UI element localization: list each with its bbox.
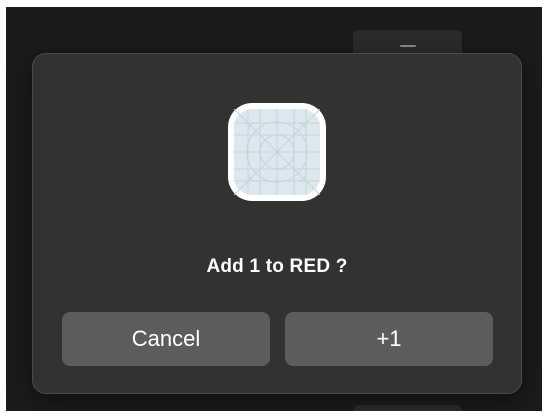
confirm-dialog: Add 1 to RED ? Cancel +1 xyxy=(32,53,522,394)
app-window-backdrop: Add 1 to RED ? Cancel +1 xyxy=(6,7,542,411)
add-one-button[interactable]: +1 xyxy=(285,312,493,366)
app-placeholder-icon xyxy=(228,103,326,201)
background-panel-tab-bottom xyxy=(353,405,462,411)
app-icon-grid-graphic xyxy=(234,109,320,195)
dialog-title: Add 1 to RED ? xyxy=(206,256,348,277)
minus-icon xyxy=(400,45,416,47)
cancel-button[interactable]: Cancel xyxy=(62,312,270,366)
